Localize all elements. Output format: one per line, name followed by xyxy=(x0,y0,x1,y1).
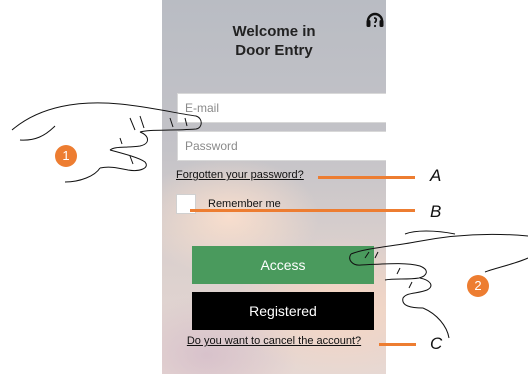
page-title: Welcome in Door Entry xyxy=(162,22,386,60)
title-line-2: Door Entry xyxy=(235,42,313,59)
left-hand-illustration xyxy=(11,102,202,183)
callout-letter-b: B xyxy=(430,202,442,221)
callout-line-b xyxy=(190,209,415,212)
callout-letter-a: A xyxy=(430,166,442,185)
email-field[interactable] xyxy=(177,93,386,123)
password-field[interactable] xyxy=(177,131,386,161)
right-hand-illustration xyxy=(349,230,528,339)
callout-line-a xyxy=(318,176,415,179)
title-line-1: Welcome in xyxy=(232,23,316,40)
callout-line-c xyxy=(379,343,416,346)
